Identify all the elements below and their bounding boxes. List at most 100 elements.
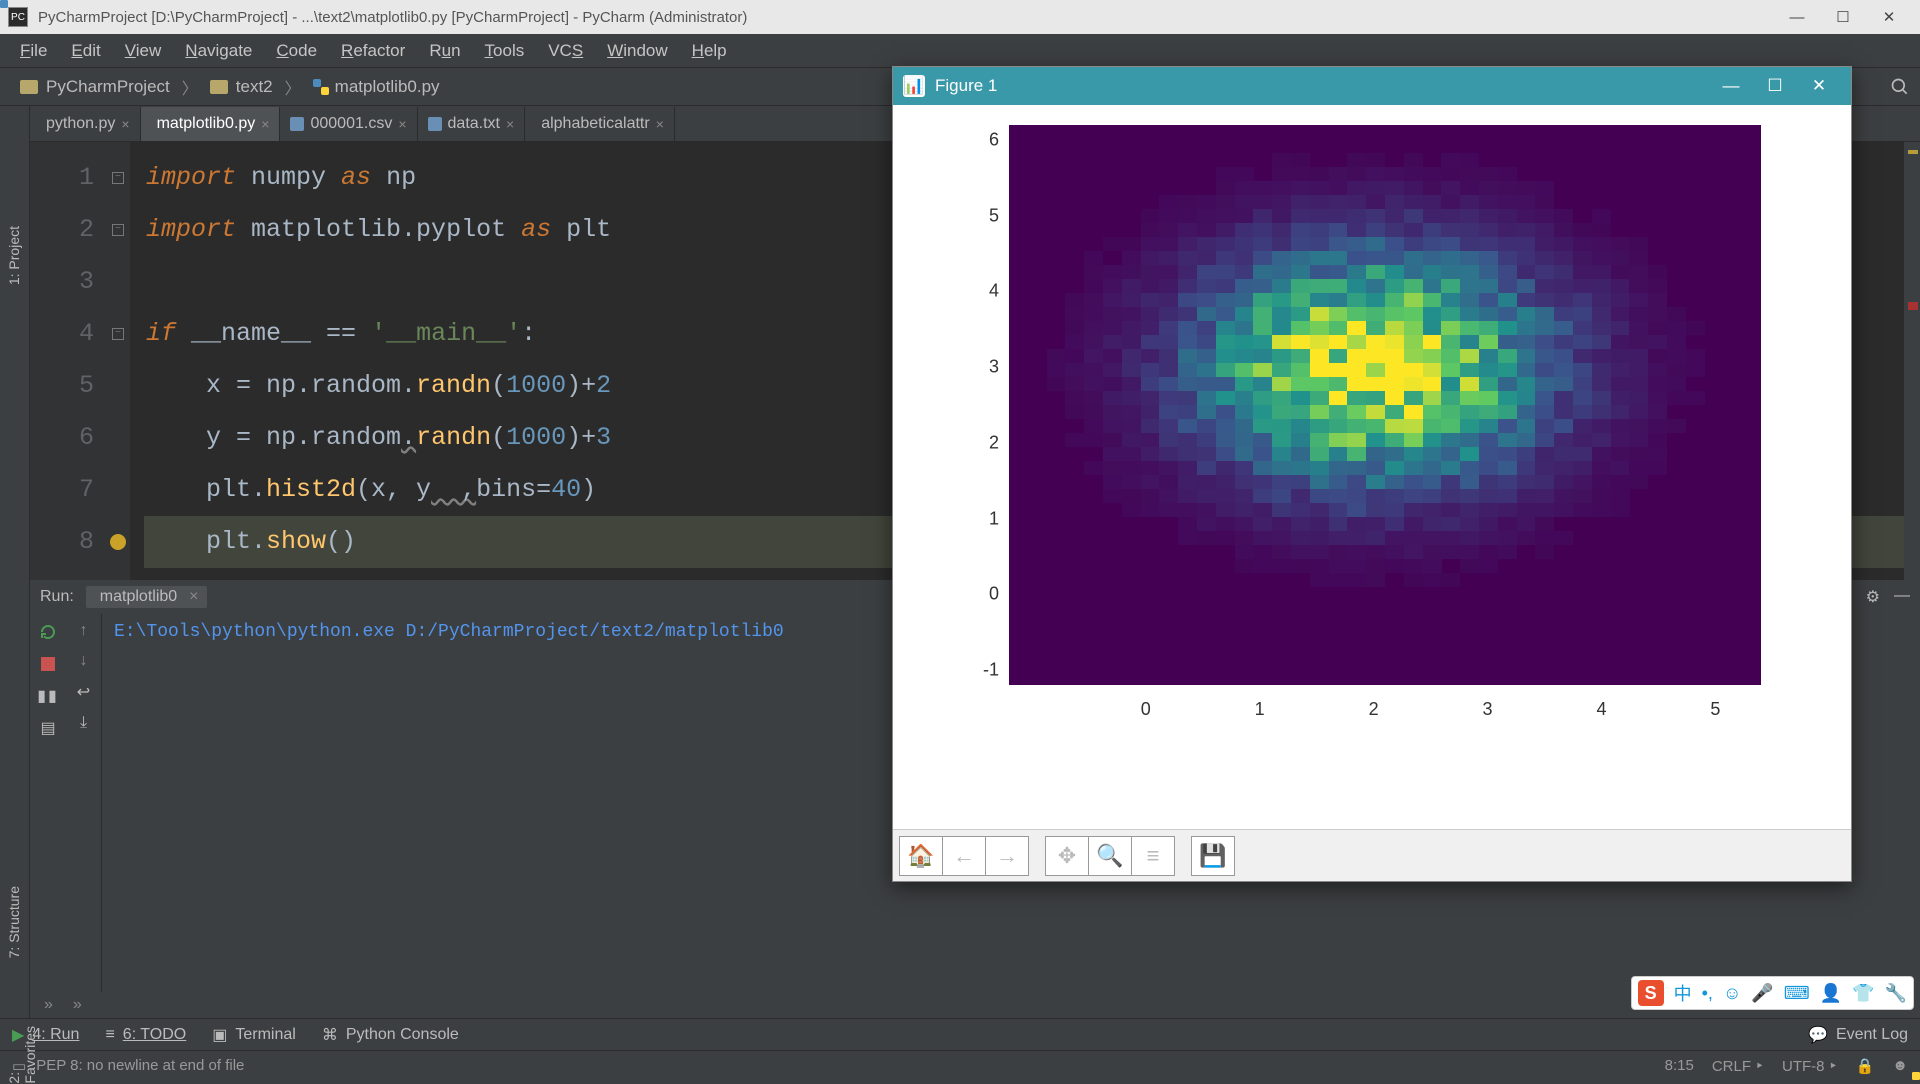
fold-column: − − − (106, 142, 130, 580)
fold-icon[interactable]: − (112, 172, 124, 184)
forward-button[interactable]: → (985, 836, 1029, 876)
caret-position[interactable]: 8:15 (1665, 1057, 1694, 1074)
file-encoding[interactable]: UTF-8 ‣ (1782, 1057, 1838, 1075)
configure-button[interactable]: ≡ (1131, 836, 1175, 876)
maximize-button[interactable]: ☐ (1820, 0, 1866, 34)
save-button[interactable]: 💾 (1191, 836, 1235, 876)
figure-minimize-button[interactable]: — (1709, 76, 1753, 96)
down-button[interactable]: ↓ (80, 652, 88, 670)
breadcrumb-label: matplotlib0.py (335, 77, 440, 97)
event-log[interactable]: 💬Event Log (1808, 1025, 1908, 1045)
folder-icon (210, 80, 228, 94)
menu-edit[interactable]: Edit (59, 37, 112, 65)
menu-tools[interactable]: Tools (473, 37, 537, 65)
ime-person-icon[interactable]: 👤 (1820, 983, 1842, 1004)
figure-toolbar: 🏠 ← → ✥ 🔍 ≡ 💾 (893, 829, 1851, 881)
figure-close-button[interactable]: ✕ (1797, 76, 1841, 96)
error-marker[interactable] (1908, 302, 1918, 310)
tab-terminal[interactable]: ▣Terminal (212, 1025, 296, 1045)
breadcrumb-project[interactable]: PyCharmProject (10, 75, 180, 99)
warning-marker[interactable] (1908, 150, 1918, 154)
ime-toolbar[interactable]: S 中 •, ☺ 🎤 ⌨ 👤 👕 🔧 (1631, 976, 1914, 1010)
tool-tab-structure[interactable]: 7: Structure (6, 886, 22, 958)
fold-icon[interactable]: − (112, 328, 124, 340)
menu-file[interactable]: File (8, 37, 59, 65)
menu-navigate[interactable]: Navigate (173, 37, 264, 65)
close-tab-icon[interactable]: × (261, 116, 269, 132)
editor-tab[interactable]: 000001.csv× (280, 107, 417, 141)
breadcrumb-folder[interactable]: text2 (200, 75, 283, 99)
ime-punct-icon[interactable]: •, (1702, 983, 1713, 1004)
status-bar: ▭ PEP 8: no newline at end of file 8:15 … (0, 1050, 1920, 1080)
zoom-button[interactable]: 🔍 (1088, 836, 1132, 876)
tool-tab-project[interactable]: 1: Project (6, 226, 22, 285)
text-file-icon (428, 117, 442, 131)
intention-bulb-icon[interactable] (110, 534, 126, 550)
menu-help[interactable]: Help (680, 37, 739, 65)
figure-titlebar[interactable]: 📊 Figure 1 — ☐ ✕ (893, 67, 1851, 105)
line-separator[interactable]: CRLF ‣ (1712, 1057, 1764, 1075)
close-icon[interactable]: × (183, 588, 198, 606)
hector-icon[interactable]: ☻ (1892, 1057, 1908, 1074)
search-icon[interactable] (1890, 77, 1910, 97)
figure-title: Figure 1 (935, 76, 997, 96)
hist2d-plot (1009, 125, 1761, 685)
lock-icon[interactable]: 🔒 (1856, 1057, 1875, 1075)
gutter: 12345678 (30, 142, 106, 580)
settings-icon[interactable]: ⚙ (1866, 587, 1880, 607)
layout-button[interactable]: ▤ (38, 718, 58, 738)
editor-tab[interactable]: data.txt× (418, 107, 526, 141)
expand-icon-2[interactable]: » (73, 996, 82, 1014)
close-button[interactable]: ✕ (1866, 0, 1912, 34)
tab-todo[interactable]: ≡6: TODO (105, 1026, 186, 1044)
error-stripe[interactable] (1904, 142, 1920, 580)
close-tab-icon[interactable]: × (506, 116, 514, 132)
pause-button[interactable]: ▮▮ (38, 686, 58, 706)
pan-button[interactable]: ✥ (1045, 836, 1089, 876)
expand-icon[interactable]: » (44, 996, 53, 1014)
menu-window[interactable]: Window (595, 37, 679, 65)
close-tab-icon[interactable]: × (656, 116, 664, 132)
ime-voice-icon[interactable]: 🎤 (1751, 983, 1773, 1004)
rerun-button[interactable] (38, 622, 58, 642)
run-side-buttons-2: ↑ ↓ ↩ ⤓ (66, 614, 102, 992)
app-icon: PC (8, 7, 28, 27)
up-button[interactable]: ↑ (80, 622, 88, 640)
tab-label: alphabeticalattr (541, 115, 650, 133)
back-button[interactable]: ← (942, 836, 986, 876)
ime-lang[interactable]: 中 (1674, 980, 1692, 1006)
ime-toolbox-icon[interactable]: 🔧 (1885, 983, 1907, 1004)
bottom-tool-tabs: ▶4: Run ≡6: TODO ▣Terminal ⌘Python Conso… (0, 1018, 1920, 1050)
editor-tab[interactable]: matplotlib0.py× (141, 107, 281, 141)
stop-button[interactable] (38, 654, 58, 674)
ime-emoji-icon[interactable]: ☺ (1723, 983, 1741, 1004)
minimize-icon[interactable]: — (1894, 587, 1910, 607)
matplotlib-figure-window[interactable]: 📊 Figure 1 — ☐ ✕ -10123456 012345 🏠 ← → … (892, 66, 1852, 882)
run-config-tab[interactable]: matplotlib0× (86, 586, 207, 608)
fold-icon[interactable]: − (112, 224, 124, 236)
editor-tab[interactable]: python.py× (30, 107, 141, 141)
tool-tab-favorites[interactable]: 2: Favorites (6, 1026, 38, 1084)
ime-keyboard-icon[interactable]: ⌨ (1784, 983, 1810, 1004)
menu-code[interactable]: Code (264, 37, 329, 65)
sogou-icon[interactable]: S (1638, 980, 1664, 1006)
menu-refactor[interactable]: Refactor (329, 37, 417, 65)
tab-python-console[interactable]: ⌘Python Console (322, 1025, 459, 1045)
soft-wrap-button[interactable]: ↩ (77, 682, 90, 702)
figure-maximize-button[interactable]: ☐ (1753, 76, 1797, 96)
figure-canvas[interactable]: -10123456 012345 (893, 105, 1851, 829)
close-tab-icon[interactable]: × (398, 116, 406, 132)
minimize-button[interactable]: — (1774, 0, 1820, 34)
menu-vcs[interactable]: VCS (536, 37, 595, 65)
menu-view[interactable]: View (113, 37, 174, 65)
left-tool-strip: 1: Project 7: Structure 2: Favorites (0, 106, 30, 1018)
scroll-to-end-button[interactable]: ⤓ (80, 714, 87, 732)
editor-tab[interactable]: alphabeticalattr × (525, 107, 675, 141)
ime-skin-icon[interactable]: 👕 (1852, 983, 1874, 1004)
menu-run[interactable]: Run (417, 37, 472, 65)
menu-bar: File Edit View Navigate Code Refactor Ru… (0, 34, 1920, 68)
window-title: PyCharmProject [D:\PyCharmProject] - ...… (38, 9, 747, 26)
breadcrumb-file[interactable]: matplotlib0.py (303, 75, 450, 99)
home-button[interactable]: 🏠 (899, 836, 943, 876)
close-tab-icon[interactable]: × (121, 116, 129, 132)
